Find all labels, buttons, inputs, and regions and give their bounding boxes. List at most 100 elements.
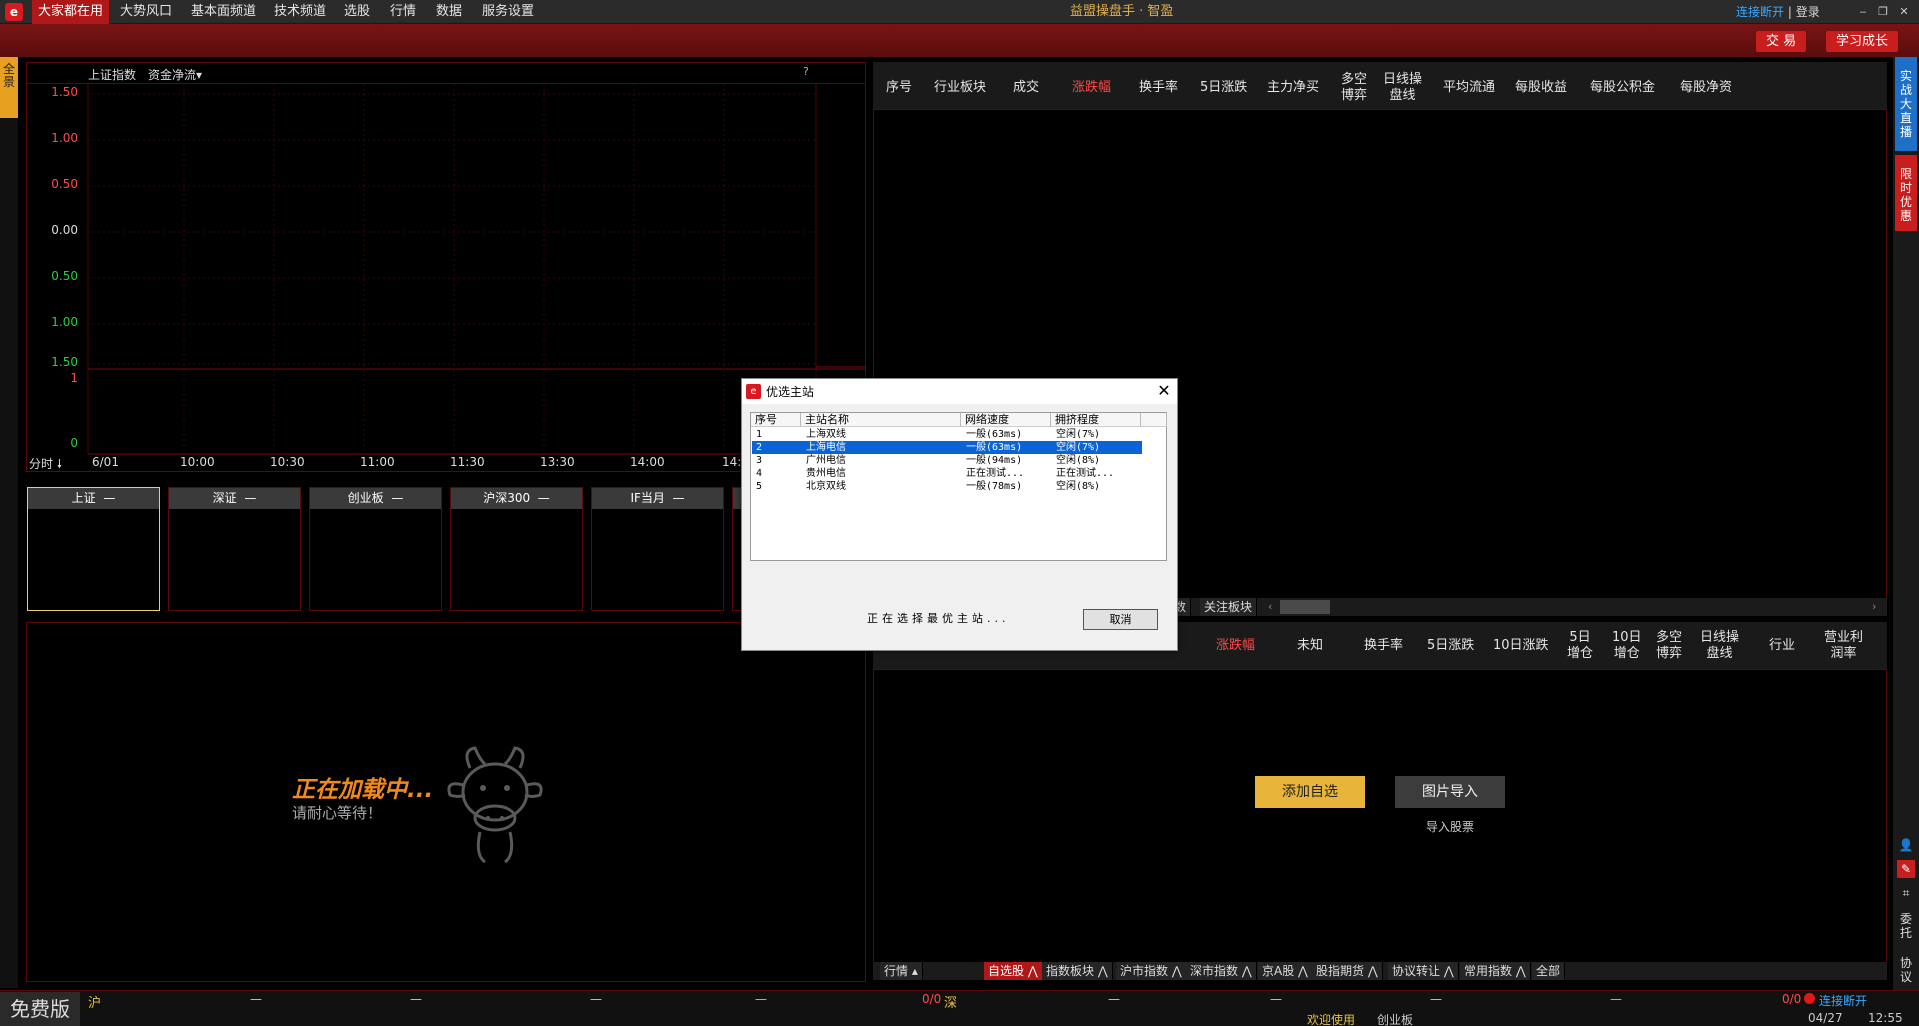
index-card-sz[interactable]: 深证 —	[168, 487, 301, 611]
market-tab[interactable]: 沪市指数 ⋀	[1116, 962, 1187, 980]
watchlist-col-header[interactable]: 10日 增仓	[1612, 630, 1642, 662]
status-bar	[0, 990, 1919, 1026]
market-tab[interactable]: 常用指数 ⋀	[1460, 962, 1531, 980]
crop-icon[interactable]: ⌗	[1897, 884, 1915, 902]
close-icon[interactable]: ✕	[1154, 381, 1174, 401]
col-header-index[interactable]: 序号	[751, 413, 801, 427]
menu-item-trend[interactable]: 大势风口	[114, 0, 178, 24]
tab-watch-sector[interactable]: 关注板块	[1200, 598, 1258, 616]
sector-col-header[interactable]: 平均流通	[1443, 80, 1495, 96]
watchlist-col-header[interactable]: 涨跌幅	[1216, 638, 1255, 654]
server-row[interactable]: 3 广州电信 一般(94ms) 空闲(8%)	[752, 454, 1142, 467]
close-icon[interactable]: ✕	[1896, 4, 1912, 20]
menu-item-popular[interactable]: 大家都在用	[32, 0, 110, 24]
server-row[interactable]: 4 贵州电信 正在测试... 正在测试...	[752, 467, 1142, 480]
col-header-speed[interactable]: 网络速度	[961, 413, 1051, 427]
menu-item-service[interactable]: 服务设置	[476, 0, 540, 24]
index-card-if[interactable]: IF当月 —	[591, 487, 724, 611]
time-mode-label: 分时	[29, 457, 54, 471]
status-connection[interactable]: 连接断开	[1819, 992, 1867, 1009]
image-import-button[interactable]: 图片导入	[1395, 776, 1505, 808]
trade-button[interactable]: 交 易	[1756, 31, 1807, 52]
login-link[interactable]: 登录	[1796, 5, 1820, 19]
time-axis-label: 14:00	[630, 455, 665, 469]
sector-col-header[interactable]: 5日涨跌	[1200, 80, 1247, 96]
alert-icon[interactable]: ✎	[1897, 860, 1915, 878]
edition-badge[interactable]: 免费版	[0, 992, 80, 1026]
col-header-name[interactable]: 主站名称	[801, 413, 961, 427]
server-cell: 一般(94ms)	[966, 455, 1023, 466]
sector-col-header[interactable]: 涨跌幅	[1072, 80, 1111, 96]
sector-col-header[interactable]: 每股收益	[1515, 80, 1567, 96]
scroll-right-icon[interactable]: ›	[1872, 598, 1884, 616]
live-broadcast-tab[interactable]: 实战大直播	[1895, 57, 1917, 151]
add-watchlist-button[interactable]: 添加自选	[1255, 776, 1365, 808]
watchlist-col-header[interactable]: 日线操 盘线	[1700, 630, 1739, 662]
sector-col-header[interactable]: 主力净买	[1267, 80, 1319, 96]
entrust-tab[interactable]: 委托	[1897, 912, 1915, 940]
minimize-icon[interactable]: ‒	[1855, 4, 1871, 20]
watchlist-col-header[interactable]: 行业	[1769, 638, 1795, 654]
panorama-tab[interactable]: 全景	[0, 57, 18, 118]
watchlist-col-header[interactable]: 多空 博弈	[1656, 630, 1682, 662]
server-list[interactable]: 序号 主站名称 网络速度 拥挤程度 1 上海双线 一般(63ms) 空闲(7%) 2 上海…	[750, 412, 1167, 561]
col-header-load[interactable]: 拥挤程度	[1051, 413, 1141, 427]
y-tick-label: 1.00	[51, 315, 78, 329]
app-logo-icon: e	[746, 384, 761, 399]
help-icon[interactable]: ?	[803, 65, 809, 78]
scroll-left-icon[interactable]: ‹	[1268, 598, 1280, 616]
market-tab[interactable]: 深市指数 ⋀	[1186, 962, 1257, 980]
server-cell: 一般(63ms)	[966, 429, 1023, 440]
index-card-cyb[interactable]: 创业板 —	[309, 487, 442, 611]
cancel-button[interactable]: 取消	[1083, 609, 1158, 630]
menu-item-stock-pick[interactable]: 选股	[338, 0, 376, 24]
watchlist-col-header[interactable]: 换手率	[1364, 638, 1403, 654]
market-tab[interactable]: 全部	[1532, 962, 1566, 980]
scroll-thumb[interactable]	[1280, 600, 1330, 614]
sector-col-header[interactable]: 每股公积金	[1590, 80, 1655, 96]
app-title: 益盟操盘手 · 智盈	[1070, 4, 1174, 19]
protocol-tab[interactable]: 协议	[1897, 956, 1915, 984]
restore-icon[interactable]: ❐	[1875, 4, 1891, 20]
time-mode-toggle[interactable]: 分时 🠗	[29, 455, 62, 476]
sector-col-header[interactable]: 序号	[886, 80, 912, 96]
index-card-value: —	[672, 491, 685, 505]
sector-col-header[interactable]: 日线操 盘线	[1383, 72, 1422, 104]
sector-col-header[interactable]: 换手率	[1139, 80, 1178, 96]
menu-item-technical[interactable]: 技术频道	[268, 0, 332, 24]
market-tab[interactable]: 协议转让 ⋀	[1388, 962, 1459, 980]
sector-col-header[interactable]: 多空 博弈	[1341, 72, 1367, 104]
sector-col-header[interactable]: 成交	[1013, 80, 1039, 96]
watchlist-col-header[interactable]: 未知	[1297, 638, 1323, 654]
watchlist-col-header[interactable]: 5日 增仓	[1567, 630, 1593, 662]
learn-button[interactable]: 学习成长	[1826, 31, 1899, 52]
sector-col-header[interactable]: 行业板块	[934, 80, 986, 96]
index-card-sh[interactable]: 上证 —	[27, 487, 160, 611]
server-row[interactable]: 1 上海双线 一般(63ms) 空闲(7%)	[752, 428, 1142, 441]
server-row[interactable]: 2 上海电信 一般(63ms) 空闲(7%)	[752, 441, 1142, 454]
menu-item-fundamental[interactable]: 基本面频道	[185, 0, 262, 24]
index-card-name: 上证	[71, 491, 96, 505]
watchlist-col-header[interactable]: 营业利 润率	[1824, 630, 1863, 662]
market-tab[interactable]: 自选股 ⋀	[984, 962, 1043, 980]
fund-flow-dropdown[interactable]: 资金净流▾	[148, 66, 202, 83]
watchlist-col-header[interactable]: 10日涨跌	[1493, 638, 1549, 654]
menu-item-data[interactable]: 数据	[430, 0, 468, 24]
y-tick-label: 1.50	[51, 355, 78, 369]
market-tab[interactable]: 京A股 ⋀	[1258, 962, 1313, 980]
y-tick-label: 0.50	[51, 177, 78, 191]
y-tick-label: 1.00	[51, 131, 78, 145]
market-tab[interactable]: 股指期货 ⋀	[1312, 962, 1383, 980]
market-tab[interactable]: 行情 ▴	[880, 962, 923, 980]
index-card-hs300[interactable]: 沪深300 —	[450, 487, 583, 611]
promo-tab[interactable]: 限时优惠	[1895, 155, 1917, 231]
market-tab[interactable]: 指数板块 ⋀	[1042, 962, 1113, 980]
sector-col-header[interactable]: 每股净资	[1680, 80, 1732, 96]
sh-label: 沪	[88, 996, 102, 1011]
import-stock-link[interactable]: 导入股票	[1426, 818, 1474, 835]
connection-link[interactable]: 连接断开	[1736, 5, 1784, 19]
user-icon[interactable]: 👤	[1897, 836, 1915, 854]
server-row[interactable]: 5 北京双线 一般(78ms) 空闲(8%)	[752, 480, 1142, 493]
watchlist-col-header[interactable]: 5日涨跌	[1427, 638, 1474, 654]
menu-item-market[interactable]: 行情	[384, 0, 422, 24]
